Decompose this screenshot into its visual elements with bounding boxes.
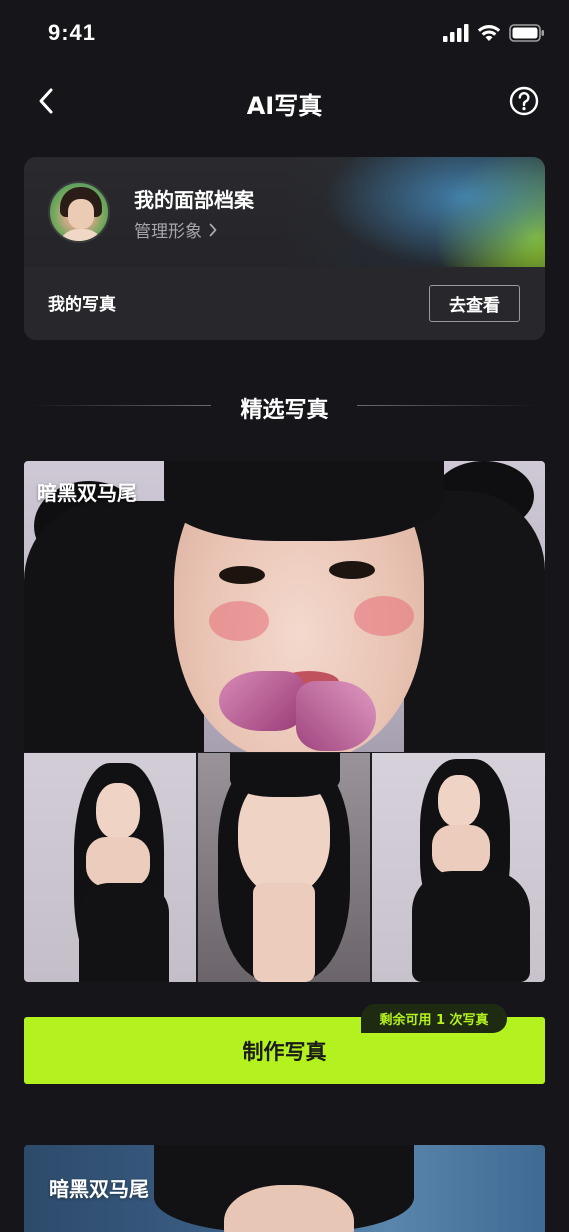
manage-profile-link[interactable]: 管理形象 — [134, 217, 218, 242]
status-time: 9:41 — [48, 20, 97, 45]
cellular-signal-icon — [443, 24, 469, 42]
divider-right — [357, 405, 538, 406]
view-photos-button[interactable]: 去查看 — [429, 285, 520, 322]
template-card[interactable]: 暗黑双马尾 — [24, 1145, 545, 1232]
chevron-right-icon — [209, 223, 217, 236]
battery-icon — [509, 24, 544, 42]
status-icons — [443, 24, 545, 42]
template-thumbnail — [372, 753, 545, 982]
template-title: 暗黑双马尾 — [37, 481, 137, 505]
manage-link-label: 管理形象 — [134, 222, 202, 242]
profile-name: 我的面部档案 — [134, 188, 254, 212]
template-thumbnail — [24, 753, 196, 982]
my-photos-label: 我的写真 — [48, 295, 116, 315]
my-photos-row: 我的写真 去查看 — [24, 267, 545, 340]
nav-bar: AI写真 — [0, 72, 569, 130]
template-thumbnail — [198, 753, 370, 982]
question-circle-icon — [509, 86, 539, 116]
status-bar: 9:41 — [0, 0, 569, 68]
template-title: 暗黑双马尾 — [49, 1177, 149, 1201]
featured-section-header: 精选写真 — [0, 388, 569, 424]
face-profile-card: 我的面部档案 管理形象 我的写真 去查看 — [24, 157, 545, 340]
help-button[interactable] — [509, 86, 539, 116]
section-title: 精选写真 — [240, 398, 329, 423]
avatar — [48, 181, 110, 243]
profile-header[interactable]: 我的面部档案 管理形象 — [24, 157, 545, 267]
page-title: AI写真 — [246, 92, 323, 120]
wifi-icon — [477, 25, 501, 41]
template-card[interactable]: 暗黑双马尾 — [24, 461, 545, 982]
remaining-quota-badge: 剩余可用 1 次写真 — [361, 1004, 507, 1033]
